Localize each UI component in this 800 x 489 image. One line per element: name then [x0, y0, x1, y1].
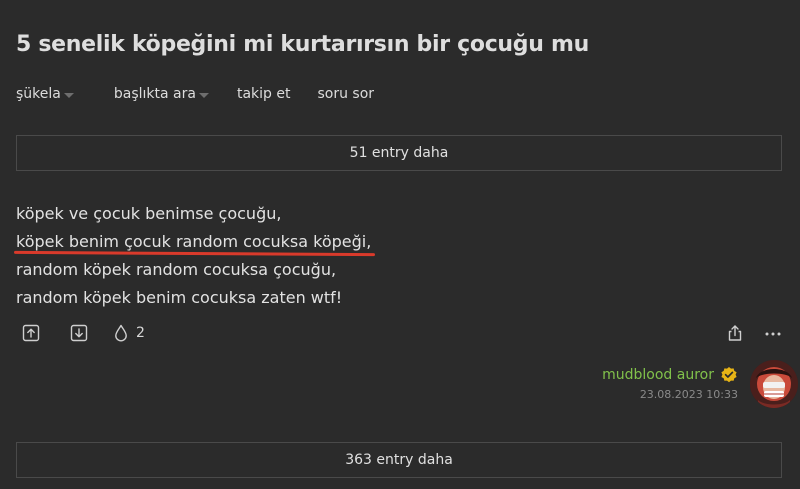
sukela-dropdown[interactable]: şükela: [16, 86, 74, 102]
entry-secondary-actions: [726, 324, 782, 342]
search-in-topic-dropdown[interactable]: başlıkta ara: [114, 86, 209, 102]
entry-line-text: köpek benim çocuk random cocuksa köpeği,: [16, 232, 372, 251]
entry-line: random köpek random cocuksa çocuğu,: [16, 260, 337, 279]
chevron-down-icon: [198, 92, 209, 98]
load-more-label: 51 entry daha: [349, 145, 449, 161]
more-options-icon[interactable]: [764, 324, 782, 342]
ask-question-button[interactable]: soru sor: [317, 86, 374, 102]
follow-label: takip et: [236, 86, 291, 102]
entry-footer: mudblood auror 23.08.2023 10:33: [602, 366, 738, 401]
favorite-count[interactable]: 2: [136, 325, 145, 341]
follow-button[interactable]: takip et: [237, 86, 291, 102]
verified-badge-icon: [721, 367, 737, 383]
entry-date[interactable]: 23.08.2023 10:33: [602, 388, 738, 401]
entry-line: köpek ve çocuk benimse çocuğu,: [16, 204, 282, 223]
downvote-icon[interactable]: [70, 324, 88, 342]
author-name[interactable]: mudblood auror: [602, 367, 714, 383]
load-more-entries-bottom-button[interactable]: 363 entry daha: [16, 442, 782, 478]
topic-title[interactable]: 5 senelik köpeğini mi kurtarırsın bir ço…: [16, 32, 589, 57]
favorite-drop-icon[interactable]: [112, 324, 130, 342]
share-icon[interactable]: [726, 324, 744, 342]
entry-line: random köpek benim cocuksa zaten wtf!: [16, 288, 343, 307]
upvote-icon[interactable]: [22, 324, 40, 342]
load-more-entries-top-button[interactable]: 51 entry daha: [16, 135, 782, 171]
entry-content: köpek ve çocuk benimse çocuğu, köpek ben…: [13, 200, 376, 312]
search-in-topic-label: başlıkta ara: [113, 86, 196, 102]
entry-actions: 2: [22, 324, 145, 342]
sukela-label: şükela: [16, 86, 61, 102]
topic-subnav: şükela başlıkta ara takip et soru sor: [16, 86, 374, 102]
chevron-down-icon: [63, 92, 74, 98]
avatar[interactable]: [750, 360, 798, 408]
load-more-label: 363 entry daha: [345, 452, 453, 468]
red-underline-annotation: [13, 250, 376, 257]
entry-line-highlighted: köpek benim çocuk random cocuksa köpeği,: [13, 228, 376, 257]
ask-question-label: soru sor: [317, 86, 375, 102]
